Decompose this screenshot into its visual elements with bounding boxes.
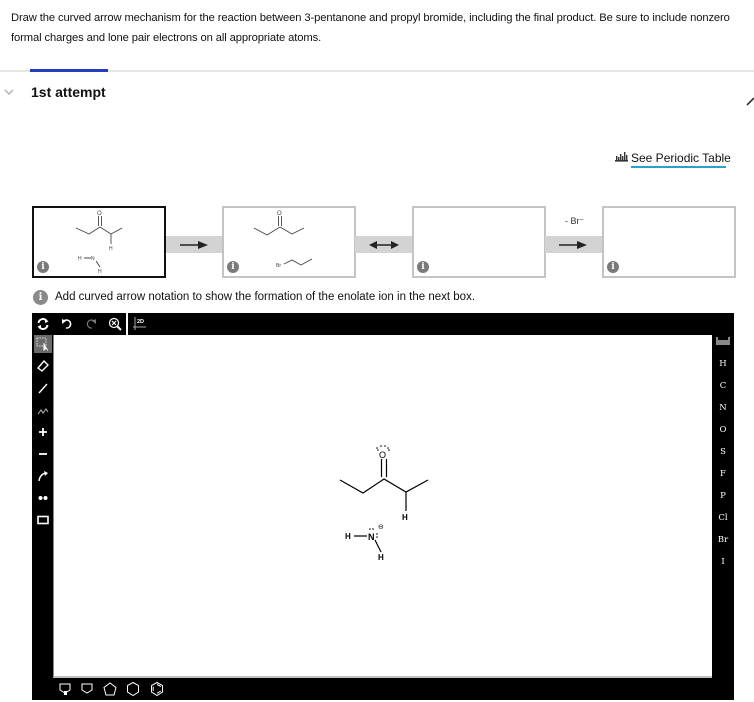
hint-row: i Add curved arrow notation to show the … — [33, 289, 475, 305]
svg-text:2D: 2D — [137, 319, 144, 325]
zoom-reset-icon[interactable] — [107, 316, 123, 332]
element-c[interactable]: C — [712, 377, 734, 395]
step-2-structure: O Br — [253, 211, 313, 269]
element-toolbar: H C N O S F P Cl Br I — [712, 335, 734, 678]
hint-text: Add curved arrow notation to show the fo… — [55, 291, 476, 303]
lone-pair-icon[interactable] — [34, 489, 52, 507]
periodic-table-picker-icon[interactable] — [712, 335, 734, 353]
forward-arrow-icon — [559, 241, 587, 249]
single-bond-icon[interactable] — [34, 379, 52, 397]
nitrogen-atom: N — [368, 532, 375, 542]
select-tool-icon[interactable] — [34, 335, 52, 353]
periodic-table-underline — [631, 166, 726, 168]
element-cl[interactable]: Cl — [712, 509, 734, 527]
resonance-arrow-icon — [369, 241, 399, 249]
svg-text:Br: Br — [276, 263, 281, 269]
attempt-title: 1st attempt — [31, 84, 106, 100]
cyclohexane-icon[interactable] — [125, 681, 141, 697]
n-hydrogen-bottom: H — [378, 553, 384, 562]
oxygen-atom: O — [379, 450, 386, 460]
element-n[interactable]: N — [712, 399, 734, 417]
drawing-canvas[interactable]: O H H N ⊖ H — [53, 335, 712, 678]
periodic-table-icon — [615, 151, 628, 165]
bottom-toolbar — [32, 678, 734, 700]
svg-text:N: N — [91, 256, 95, 262]
connector-3 — [545, 236, 602, 253]
element-s[interactable]: S — [712, 443, 734, 461]
info-icon: i — [33, 289, 48, 305]
negative-charge-label: ⊖ — [378, 523, 384, 531]
periodic-table-label: See Periodic Table — [631, 151, 731, 165]
element-h[interactable]: H — [712, 355, 734, 373]
element-f[interactable]: F — [712, 465, 734, 483]
redo-icon[interactable] — [83, 316, 99, 332]
info-icon[interactable]: i — [37, 261, 49, 273]
structure-editor: 2D O H H N ⊖ H H C N O S F P Cl Br I — [32, 313, 734, 700]
chain-icon[interactable] — [34, 401, 52, 419]
chevron-down-icon[interactable] — [4, 88, 16, 100]
undo-icon[interactable] — [59, 316, 75, 332]
n-hydrogen-left: H — [345, 532, 351, 541]
eraser-icon[interactable] — [34, 357, 52, 375]
element-i[interactable]: I — [712, 553, 734, 571]
step-box-2[interactable]: O Br i — [222, 206, 356, 278]
toolbar-separator — [126, 313, 128, 335]
benzene-icon[interactable] — [149, 681, 165, 697]
custom-template-icon[interactable] — [57, 681, 73, 697]
step-box-4[interactable]: i — [602, 206, 736, 278]
active-tab-indicator[interactable] — [30, 69, 108, 72]
pencil-icon[interactable] — [745, 94, 754, 106]
alpha-hydrogen-atom: H — [402, 513, 408, 522]
info-icon[interactable]: i — [607, 261, 619, 273]
svg-text:O: O — [277, 211, 282, 217]
step-box-3[interactable]: i — [412, 206, 546, 278]
forward-arrow-icon — [180, 241, 208, 249]
positive-charge-icon[interactable] — [34, 423, 52, 441]
see-periodic-table-link[interactable]: See Periodic Table — [615, 150, 731, 166]
rectangle-icon[interactable] — [34, 511, 52, 529]
connector-2 — [355, 236, 412, 253]
step-1-structure: O H H N H — [75, 211, 123, 275]
step-box-1[interactable]: O H H N H i — [32, 206, 166, 278]
svg-text:H: H — [109, 246, 113, 252]
clean-2d-icon[interactable]: 2D — [132, 316, 148, 332]
connector-label: - Br⁻ — [565, 216, 585, 226]
tab-bar-divider — [0, 70, 754, 72]
element-br[interactable]: Br — [712, 531, 734, 549]
connector-1 — [166, 236, 223, 253]
svg-text:H: H — [98, 269, 102, 275]
left-toolbar — [32, 335, 53, 665]
canvas-molecules: O H H N ⊖ H — [339, 445, 429, 562]
svg-text:H: H — [78, 256, 82, 262]
info-icon[interactable]: i — [227, 261, 239, 273]
refresh-icon[interactable] — [35, 316, 51, 332]
cyclopentane-icon[interactable] — [102, 681, 118, 697]
svg-text:O: O — [97, 211, 102, 217]
question-text: Draw the curved arrow mechanism for the … — [11, 12, 730, 44]
element-p[interactable]: P — [712, 487, 734, 505]
element-o[interactable]: O — [712, 421, 734, 439]
curved-arrow-icon[interactable] — [34, 467, 52, 485]
top-toolbar: 2D — [32, 313, 734, 335]
cyclobutane-icon[interactable] — [79, 681, 95, 697]
negative-charge-icon[interactable] — [34, 445, 52, 463]
info-icon[interactable]: i — [417, 261, 429, 273]
